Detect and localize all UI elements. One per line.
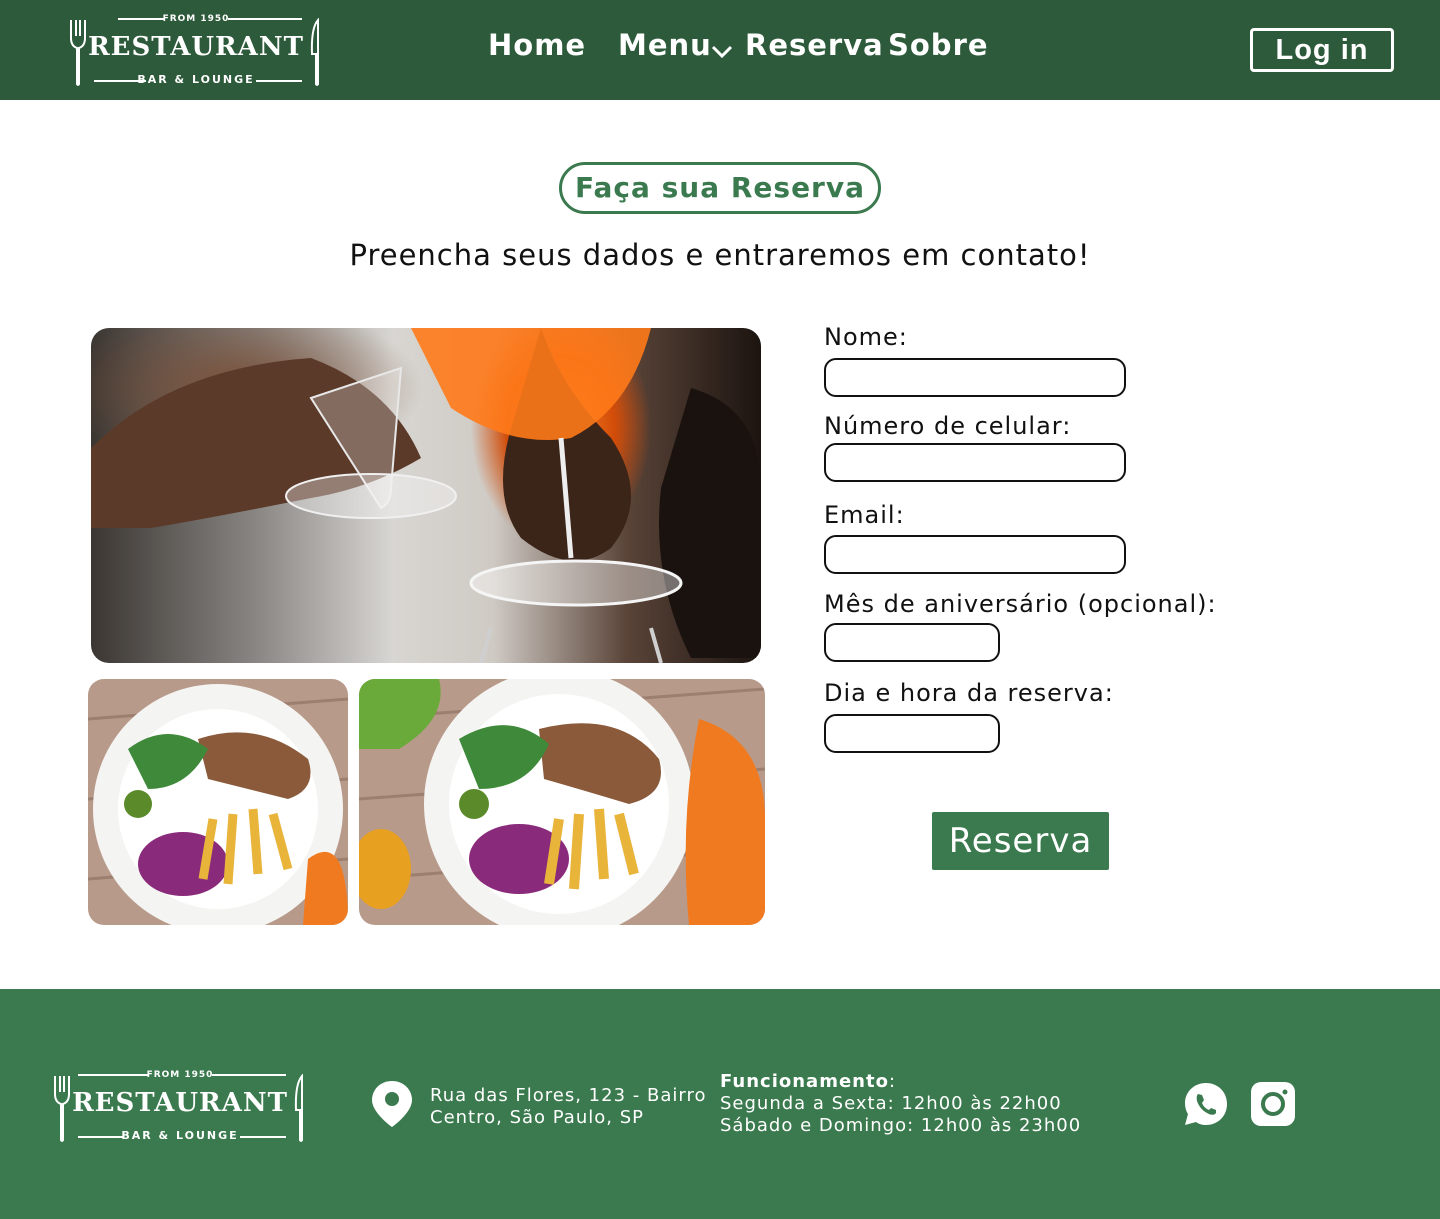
drinks-photo xyxy=(91,328,761,663)
name-label: Nome: xyxy=(824,323,908,351)
logo-tagline-bottom: BAR & LOUNGE xyxy=(121,1129,239,1142)
reserve-submit-button[interactable]: Reserva xyxy=(932,812,1109,870)
hours-colon: : xyxy=(888,1071,897,1092)
food-photo-large xyxy=(359,679,765,925)
opening-hours: Funcionamento: Segunda a Sexta: 12h00 às… xyxy=(720,1071,1081,1137)
email-field[interactable] xyxy=(824,535,1126,574)
hours-title: Funcionamento xyxy=(720,1071,889,1092)
page-subtitle: Preencha seus dados e entraremos em cont… xyxy=(349,238,1091,272)
birth-month-field[interactable] xyxy=(824,623,1000,662)
site-header: FROM 1950 RESTAURANT BAR & LOUNGE Home M… xyxy=(0,0,1440,100)
restaurant-logo[interactable]: FROM 1950 RESTAURANT BAR & LOUNGE xyxy=(68,14,324,86)
logo-wordmark: RESTAURANT xyxy=(72,1088,288,1118)
nav-home[interactable]: Home xyxy=(488,28,586,74)
birth-month-label: Mês de aniversário (opcional): xyxy=(824,590,1217,618)
logo-tagline-top: FROM 1950 xyxy=(146,1070,214,1080)
email-label: Email: xyxy=(824,501,905,529)
page-title: Faça sua Reserva xyxy=(559,162,881,214)
reservation-datetime-label: Dia e hora da reserva: xyxy=(824,679,1114,707)
whatsapp-icon[interactable] xyxy=(1183,1081,1229,1127)
address-line: Centro, São Paulo, SP xyxy=(430,1107,644,1128)
food-photo-small xyxy=(88,679,348,925)
map-pin-icon xyxy=(372,1081,412,1127)
plate-illustration xyxy=(359,679,765,925)
logo-wordmark: RESTAURANT xyxy=(88,32,304,62)
logo-tagline-bottom: BAR & LOUNGE xyxy=(137,73,255,86)
logo-tagline-top: FROM 1950 xyxy=(162,14,230,24)
nav-sobre[interactable]: Sobre xyxy=(888,28,989,74)
reservation-datetime-field[interactable] xyxy=(824,714,1000,753)
name-field[interactable] xyxy=(824,358,1126,397)
toast-illustration xyxy=(91,328,761,663)
plate-illustration xyxy=(88,679,348,925)
nav-menu[interactable]: Menu xyxy=(618,28,712,74)
hours-weekend: Sábado e Domingo: 12h00 às 23h00 xyxy=(720,1115,1082,1136)
address-line: Rua das Flores, 123 - Bairro xyxy=(430,1085,707,1106)
nav-reserva[interactable]: Reserva xyxy=(745,28,884,74)
phone-label: Número de celular: xyxy=(824,412,1072,440)
footer-address: Rua das Flores, 123 - Bairro Centro, São… xyxy=(430,1085,706,1129)
chevron-down-icon[interactable] xyxy=(711,44,733,60)
login-button[interactable]: Log in xyxy=(1250,28,1394,72)
site-footer: FROM 1950 RESTAURANT BAR & LOUNGE Rua da… xyxy=(0,989,1440,1219)
instagram-icon[interactable] xyxy=(1250,1081,1296,1127)
hours-weekdays: Segunda a Sexta: 12h00 às 22h00 xyxy=(720,1093,1062,1114)
footer-logo[interactable]: FROM 1950 RESTAURANT BAR & LOUNGE xyxy=(52,1070,308,1142)
phone-field[interactable] xyxy=(824,443,1126,482)
